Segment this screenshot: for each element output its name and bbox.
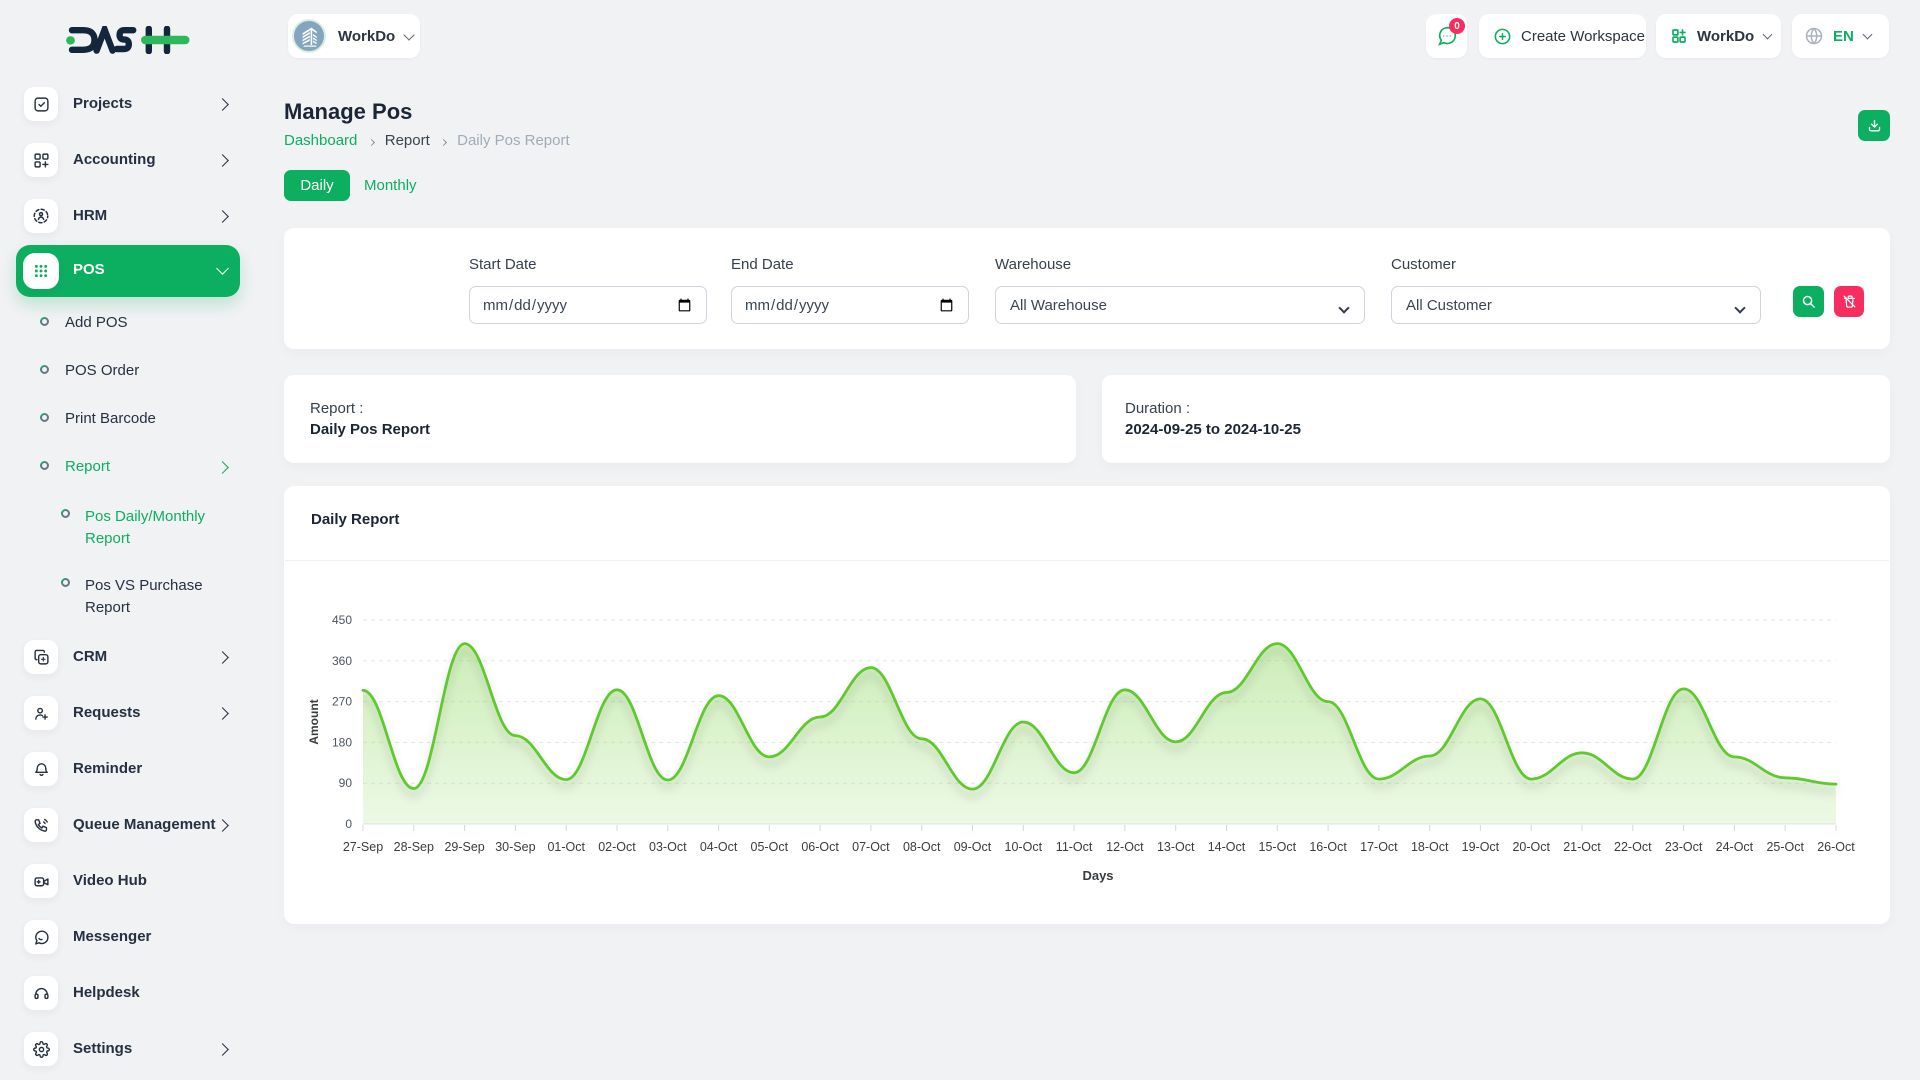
- svg-text:09-Oct: 09-Oct: [954, 840, 992, 854]
- svg-text:25-Oct: 25-Oct: [1766, 840, 1804, 854]
- svg-text:17-Oct: 17-Oct: [1360, 840, 1398, 854]
- svg-text:450: 450: [332, 613, 352, 627]
- svg-text:12-Oct: 12-Oct: [1106, 840, 1144, 854]
- svg-text:02-Oct: 02-Oct: [598, 840, 636, 854]
- svg-text:01-Oct: 01-Oct: [547, 840, 585, 854]
- svg-text:90: 90: [339, 776, 353, 790]
- svg-text:03-Oct: 03-Oct: [649, 840, 687, 854]
- svg-text:07-Oct: 07-Oct: [852, 840, 890, 854]
- svg-text:18-Oct: 18-Oct: [1411, 840, 1449, 854]
- svg-text:0: 0: [345, 817, 352, 831]
- svg-text:20-Oct: 20-Oct: [1512, 840, 1550, 854]
- svg-text:04-Oct: 04-Oct: [700, 840, 738, 854]
- svg-text:Days: Days: [1082, 868, 1113, 883]
- svg-text:29-Sep: 29-Sep: [444, 840, 484, 854]
- svg-text:180: 180: [332, 735, 352, 749]
- svg-text:21-Oct: 21-Oct: [1563, 840, 1601, 854]
- svg-text:30-Sep: 30-Sep: [495, 840, 535, 854]
- svg-text:22-Oct: 22-Oct: [1614, 840, 1652, 854]
- svg-text:27-Sep: 27-Sep: [343, 840, 383, 854]
- svg-text:15-Oct: 15-Oct: [1259, 840, 1297, 854]
- svg-text:28-Sep: 28-Sep: [394, 840, 434, 854]
- svg-text:06-Oct: 06-Oct: [801, 840, 839, 854]
- svg-text:26-Oct: 26-Oct: [1817, 840, 1855, 854]
- svg-text:10-Oct: 10-Oct: [1005, 840, 1043, 854]
- svg-text:08-Oct: 08-Oct: [903, 840, 941, 854]
- svg-text:24-Oct: 24-Oct: [1716, 840, 1754, 854]
- svg-text:05-Oct: 05-Oct: [751, 840, 789, 854]
- svg-text:360: 360: [332, 654, 352, 668]
- svg-text:11-Oct: 11-Oct: [1056, 840, 1093, 854]
- svg-text:23-Oct: 23-Oct: [1665, 840, 1703, 854]
- svg-text:270: 270: [332, 695, 352, 709]
- svg-text:Amount: Amount: [307, 699, 321, 744]
- svg-text:14-Oct: 14-Oct: [1208, 840, 1246, 854]
- svg-text:19-Oct: 19-Oct: [1462, 840, 1500, 854]
- svg-text:16-Oct: 16-Oct: [1309, 840, 1347, 854]
- svg-text:13-Oct: 13-Oct: [1157, 840, 1195, 854]
